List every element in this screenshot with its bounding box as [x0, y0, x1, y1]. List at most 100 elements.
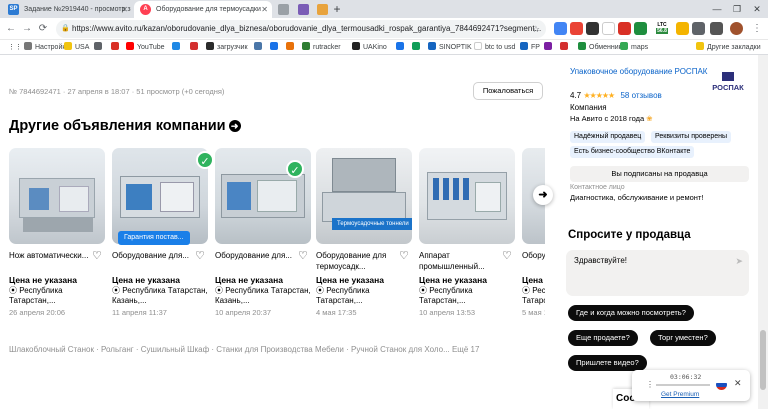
tab-pinned-2[interactable]: [294, 1, 312, 18]
favorite-heart-icon[interactable]: ♡: [195, 249, 205, 262]
seller-tag[interactable]: Есть бизнес-сообщество ВКонтакте: [570, 146, 695, 158]
bookmark-sinoptik[interactable]: SINOPTIK: [428, 40, 472, 55]
close-icon[interactable]: ✕: [261, 1, 268, 18]
bookmark-settings[interactable]: Настройки: [24, 40, 69, 55]
extension-icon[interactable]: [634, 22, 647, 35]
maximize-button[interactable]: ❐: [730, 0, 744, 18]
listing-image[interactable]: [419, 148, 515, 244]
listing-title[interactable]: Оборудование для...: [522, 250, 545, 272]
quick-question-button[interactable]: Еще продаете?: [568, 330, 638, 346]
extension-icon[interactable]: [586, 22, 599, 35]
contact-label: Контактное лицо: [570, 184, 625, 191]
listing-image[interactable]: [9, 148, 105, 244]
favorite-heart-icon[interactable]: ♡: [92, 249, 102, 262]
page-scrollbar[interactable]: [758, 55, 768, 409]
back-button[interactable]: ←: [4, 21, 18, 37]
send-icon[interactable]: ➤: [735, 256, 743, 267]
listing-title[interactable]: Нож автоматически...: [9, 250, 89, 272]
contact-value: Диагностика, обслуживание и ремонт!: [570, 193, 704, 202]
bookmark-other[interactable]: Другие закладки: [696, 40, 761, 55]
seller-tag: Реквизиты проверены: [651, 131, 732, 143]
bookmark-icon: [190, 42, 198, 50]
address-bar[interactable]: 🔒 https://www.avito.ru/kazan/oborudovani…: [56, 20, 546, 38]
bookmark-fp[interactable]: FP: [520, 40, 540, 55]
avatar[interactable]: [730, 22, 743, 35]
listing-image[interactable]: [112, 148, 208, 244]
listing-title[interactable]: Оборудование для...: [215, 250, 295, 272]
bookmark-3[interactable]: [172, 40, 183, 55]
progress-bar[interactable]: [656, 384, 710, 386]
get-premium-link[interactable]: Get Premium: [661, 391, 699, 398]
report-button[interactable]: Пожаловаться: [473, 82, 543, 100]
verified-check-icon: ✓: [196, 151, 214, 169]
tab-pinned-3[interactable]: [314, 1, 330, 18]
tab-avito[interactable]: A Оборудование для термоусадки ✕: [134, 1, 272, 18]
bookmark-rutracker[interactable]: rutracker: [302, 40, 341, 55]
quick-question-button[interactable]: Торг уместен?: [650, 330, 716, 346]
bookmark-6[interactable]: [286, 40, 297, 55]
flag-ru-icon[interactable]: [602, 22, 615, 35]
flag-ru-icon[interactable]: [716, 379, 727, 390]
bookmark-label: Обменник: [589, 44, 622, 51]
bookmark-maps[interactable]: maps: [620, 40, 648, 55]
bookmark-label: Другие закладки: [707, 44, 761, 51]
menu-icon[interactable]: ⋮: [750, 21, 764, 37]
bookmark-usa[interactable]: USA: [64, 40, 89, 55]
tab-task[interactable]: SP Задание №2919440 - просмотр з ✕: [2, 1, 132, 18]
bookmark-youtube[interactable]: YouTube: [126, 40, 165, 55]
vk-icon: [254, 42, 262, 50]
bookmark-10[interactable]: [560, 40, 571, 55]
bookmark-8[interactable]: [412, 40, 423, 55]
logo-text: РОСПАК: [712, 83, 744, 92]
extension-icon[interactable]: [618, 22, 631, 35]
bookmark-7[interactable]: [396, 40, 407, 55]
bookmark-5[interactable]: [270, 40, 281, 55]
bookmark-1[interactable]: [94, 40, 105, 55]
bookmark-vk[interactable]: [254, 40, 265, 55]
listing-image[interactable]: Термоусадочные тоннели: [316, 148, 412, 244]
reload-button[interactable]: ⟳: [36, 21, 50, 37]
favorite-heart-icon[interactable]: ♡: [399, 249, 409, 262]
listing-title[interactable]: Аппарат промышленный...: [419, 250, 499, 272]
extension-icon[interactable]: [570, 22, 583, 35]
bookmark-uakino[interactable]: UAKino: [352, 40, 387, 55]
listing-location: ⦿ Республика Татарстан,...: [419, 286, 473, 305]
seller-name[interactable]: Упаковочное оборудование РОСПАК: [570, 67, 707, 76]
bookmark-zagruzchik[interactable]: загрузчик: [206, 40, 248, 55]
bookmark-obmennik[interactable]: Обменник: [578, 40, 622, 55]
window-close-button[interactable]: ✕: [750, 0, 764, 18]
seller-logo[interactable]: РОСПАК: [708, 70, 748, 98]
extension-icon[interactable]: [554, 22, 567, 35]
forward-button[interactable]: →: [20, 21, 34, 37]
bookmark-9[interactable]: [544, 40, 555, 55]
ltc-ticker[interactable]: LTC 56.8: [652, 22, 672, 35]
new-tab-button[interactable]: +: [330, 1, 344, 17]
star-icon[interactable]: ☆: [532, 20, 540, 38]
listing-title[interactable]: Оборудование для...: [112, 250, 192, 272]
reviews-link[interactable]: 58 отзывов: [620, 91, 661, 100]
quick-question-button[interactable]: Пришлете видео?: [568, 355, 647, 371]
minimize-button[interactable]: —: [710, 0, 724, 18]
carousel-next-button[interactable]: ➜: [533, 185, 553, 205]
close-icon[interactable]: ✕: [121, 1, 128, 18]
section-title[interactable]: Другие объявления компании ➜: [9, 118, 241, 134]
subscribe-button[interactable]: Вы подписаны на продавца: [570, 166, 749, 182]
favorite-heart-icon[interactable]: ♡: [298, 249, 308, 262]
tab-pinned-1[interactable]: [274, 1, 292, 18]
bookmark-icon: [172, 42, 180, 50]
scrollbar-thumb[interactable]: [760, 330, 766, 390]
puzzle-icon[interactable]: [692, 22, 705, 35]
bookmark-btc[interactable]: btc to usd: [474, 40, 515, 55]
vpn-player-widget: ⋮ 03:06:32 ✕ Get Premium: [632, 370, 750, 401]
favorite-heart-icon[interactable]: ♡: [502, 249, 512, 262]
menu-dots-icon[interactable]: ⋮: [646, 380, 654, 389]
quick-question-button[interactable]: Где и когда можно посмотреть?: [568, 305, 694, 321]
message-input[interactable]: Здравствуйте! ➤: [566, 250, 749, 296]
download-icon[interactable]: [710, 22, 723, 35]
related-categories[interactable]: Шлакоблочный Станок · Рольганг · Сушильн…: [9, 345, 543, 354]
close-icon[interactable]: ✕: [734, 378, 742, 389]
listing-title[interactable]: Оборудование для термоусадк...: [316, 250, 396, 272]
extension-icon[interactable]: [676, 22, 689, 35]
bookmark-4[interactable]: [190, 40, 201, 55]
bookmark-2[interactable]: [111, 40, 122, 55]
